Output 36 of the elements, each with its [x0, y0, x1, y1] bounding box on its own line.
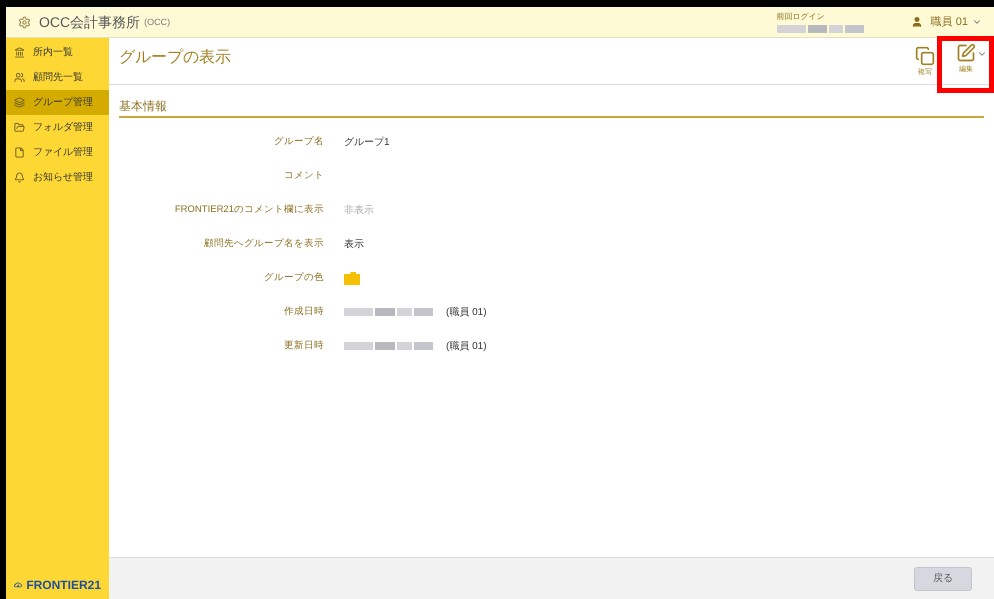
users-icon [14, 72, 25, 83]
last-login-label: 前回ログイン [776, 10, 826, 22]
bank-icon [14, 47, 25, 58]
user-icon [910, 16, 923, 28]
field-value: 表示 [344, 238, 364, 252]
app-subtitle: (OCC) [144, 16, 170, 30]
field-value: (職員 01) [446, 340, 487, 354]
field-label: 作成日時 [283, 304, 324, 319]
field-label: 顧問先へグループ名を表示 [203, 236, 324, 251]
field-label: グループ名 [273, 134, 324, 149]
copy-icon [915, 46, 935, 66]
field-value: (職員 01) [446, 306, 487, 320]
field-label: 更新日時 [283, 338, 324, 353]
file-icon [14, 147, 25, 158]
app-title: OCC会計事務所 [39, 12, 140, 32]
layers-icon [14, 97, 25, 108]
brand-logo: FRONTIER21 [26, 577, 101, 594]
sidebar-item[interactable]: 顧問先一覧 [6, 65, 109, 90]
field-label: FRONTIER21のコメント欄に表示 [174, 202, 324, 217]
user-menu[interactable]: 職員 01 [910, 14, 982, 30]
field-label: グループの色 [263, 270, 324, 285]
sidebar-item[interactable]: グループ管理 [6, 90, 109, 115]
sidebar-item[interactable]: ファイル管理 [6, 140, 109, 165]
field-value: グループ1 [344, 136, 390, 150]
pencil-square-icon [956, 43, 976, 63]
bell-icon [14, 172, 25, 183]
folder-icon [14, 122, 25, 133]
field-value: 非表示 [344, 204, 374, 218]
field-label: コメント [283, 168, 324, 183]
sidebar-item[interactable]: フォルダ管理 [6, 115, 109, 140]
sidebar-item[interactable]: お知らせ管理 [6, 165, 109, 190]
settings-icon[interactable] [18, 16, 31, 28]
page-title: グループの表示 [119, 48, 231, 68]
back-button[interactable]: 戻る [914, 566, 972, 590]
sidebar-item[interactable]: 所内一覧 [6, 40, 109, 65]
section-heading: 基本情報 [119, 97, 984, 118]
